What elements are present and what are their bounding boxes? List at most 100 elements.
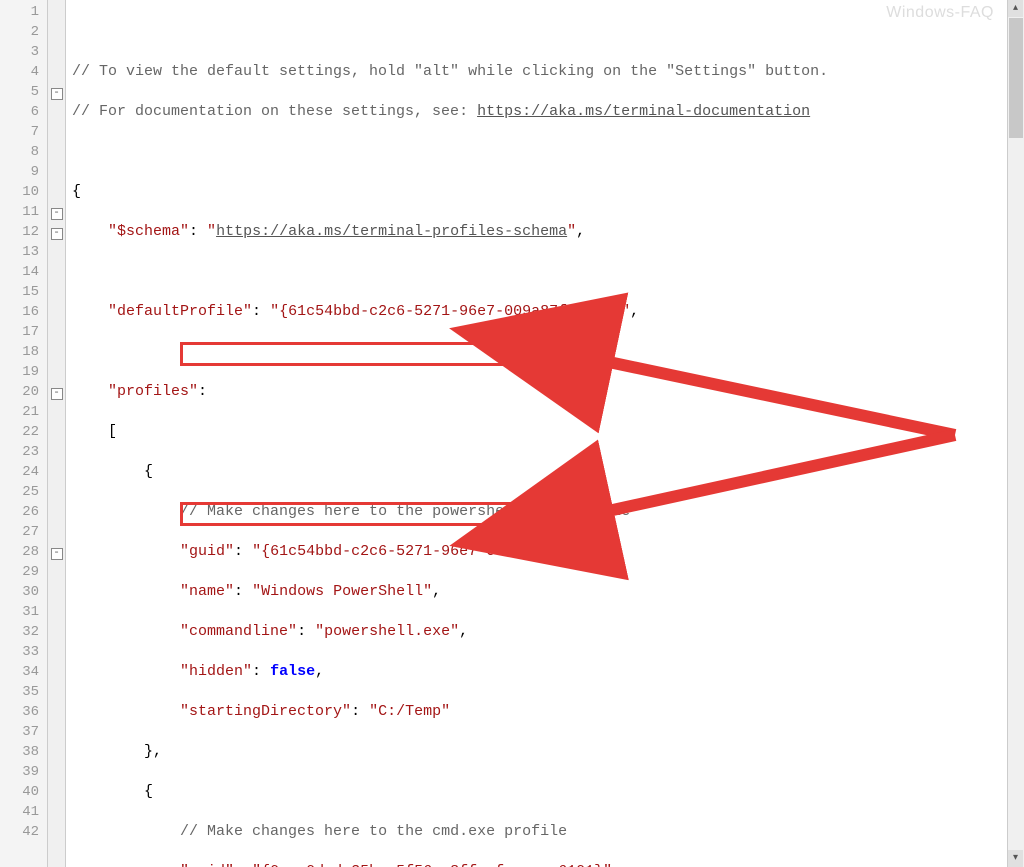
code-line[interactable]: }, xyxy=(66,742,1004,762)
code-line[interactable]: "guid": "{0caa0dad-35be-5f56-a8ff-afceee… xyxy=(66,862,1004,867)
code-line[interactable]: "$schema": "https://aka.ms/terminal-prof… xyxy=(66,222,1004,242)
fold-slot xyxy=(48,402,65,422)
scroll-down-button[interactable]: ▾ xyxy=(1008,850,1023,867)
fold-slot xyxy=(48,262,65,282)
fold-toggle[interactable]: - xyxy=(48,82,65,102)
code-line[interactable]: "commandline": "powershell.exe", xyxy=(66,622,1004,642)
json-key: "hidden" xyxy=(180,663,252,680)
fold-slot xyxy=(48,742,65,762)
json-value: "{61c54bbd-c2c6-5271-96e7-009a87ff44bf}" xyxy=(252,543,612,560)
fold-slot xyxy=(48,162,65,182)
code-line[interactable]: "guid": "{61c54bbd-c2c6-5271-96e7-009a87… xyxy=(66,542,1004,562)
code-line[interactable]: [ xyxy=(66,422,1004,442)
line-number: 27 xyxy=(0,522,47,542)
comment: // Make changes here to the cmd.exe prof… xyxy=(180,823,567,840)
line-number: 34 xyxy=(0,662,47,682)
json-key: "defaultProfile" xyxy=(108,303,252,320)
line-number: 36 xyxy=(0,702,47,722)
fold-toggle[interactable]: - xyxy=(48,542,65,562)
line-number: 37 xyxy=(0,722,47,742)
fold-slot xyxy=(48,642,65,662)
code-area[interactable]: // To view the default settings, hold "a… xyxy=(66,0,1004,867)
brace: { xyxy=(144,463,153,480)
fold-slot xyxy=(48,442,65,462)
code-line[interactable]: "profiles": xyxy=(66,382,1004,402)
code-line[interactable] xyxy=(66,342,1004,362)
minus-icon: - xyxy=(51,208,63,220)
line-number: 3 xyxy=(0,42,47,62)
fold-toggle[interactable]: - xyxy=(48,382,65,402)
code-line[interactable]: { xyxy=(66,182,1004,202)
code-line[interactable] xyxy=(66,262,1004,282)
line-number: 9 xyxy=(0,162,47,182)
json-key: "$schema" xyxy=(108,223,189,240)
fold-toggle[interactable]: - xyxy=(48,222,65,242)
fold-slot xyxy=(48,702,65,722)
code-line[interactable]: // Make changes here to the cmd.exe prof… xyxy=(66,822,1004,842)
line-number: 1 xyxy=(0,2,47,22)
code-line[interactable]: "defaultProfile": "{61c54bbd-c2c6-5271-9… xyxy=(66,302,1004,322)
fold-slot xyxy=(48,502,65,522)
line-number: 6 xyxy=(0,102,47,122)
line-number: 24 xyxy=(0,462,47,482)
fold-slot xyxy=(48,602,65,622)
minus-icon: - xyxy=(51,548,63,560)
fold-slot xyxy=(48,782,65,802)
fold-slot xyxy=(48,662,65,682)
code-line[interactable]: "startingDirectory": "C:/Temp" xyxy=(66,702,1004,722)
code-line[interactable]: "hidden": false, xyxy=(66,662,1004,682)
line-number: 14 xyxy=(0,262,47,282)
line-number: 18 xyxy=(0,342,47,362)
brace: { xyxy=(144,783,153,800)
vertical-scrollbar[interactable]: ▴ ▾ xyxy=(1007,0,1024,867)
line-number: 40 xyxy=(0,782,47,802)
line-number: 20 xyxy=(0,382,47,402)
minus-icon: - xyxy=(51,88,63,100)
json-value: "{61c54bbd-c2c6-5271-96e7-009a87ff44bf}" xyxy=(270,303,630,320)
scroll-thumb[interactable] xyxy=(1009,18,1023,138)
fold-slot xyxy=(48,522,65,542)
line-number: 41 xyxy=(0,802,47,822)
json-key: "guid" xyxy=(180,863,234,867)
fold-slot xyxy=(48,562,65,582)
line-number: 35 xyxy=(0,682,47,702)
schema-link[interactable]: https://aka.ms/terminal-profiles-schema xyxy=(216,223,567,240)
code-line[interactable]: { xyxy=(66,782,1004,802)
line-number: 25 xyxy=(0,482,47,502)
json-value: "powershell.exe" xyxy=(315,623,459,640)
code-line[interactable]: // For documentation on these settings, … xyxy=(66,102,1004,122)
line-number-gutter: 1 2 3 4 5 6 7 8 9 10 11 12 13 14 15 16 1… xyxy=(0,0,48,867)
fold-slot xyxy=(48,362,65,382)
line-number: 12 xyxy=(0,222,47,242)
line-number: 21 xyxy=(0,402,47,422)
code-editor: Windows-FAQ 1 2 3 4 5 6 7 8 9 10 11 12 1… xyxy=(0,0,1024,867)
line-number: 32 xyxy=(0,622,47,642)
fold-slot xyxy=(48,342,65,362)
fold-slot xyxy=(48,282,65,302)
json-key: "name" xyxy=(180,583,234,600)
json-key: "guid" xyxy=(180,543,234,560)
scroll-up-button[interactable]: ▴ xyxy=(1008,0,1023,17)
fold-slot xyxy=(48,42,65,62)
code-line[interactable]: { xyxy=(66,462,1004,482)
code-line[interactable] xyxy=(66,142,1004,162)
fold-slot xyxy=(48,182,65,202)
code-line[interactable] xyxy=(66,22,1004,42)
brace: { xyxy=(72,183,81,200)
minus-icon: - xyxy=(51,388,63,400)
json-value: "C:/Temp" xyxy=(369,703,450,720)
doc-link[interactable]: https://aka.ms/terminal-documentation xyxy=(477,103,810,120)
code-line[interactable]: // Make changes here to the powershell.e… xyxy=(66,502,1004,522)
fold-slot xyxy=(48,822,65,842)
fold-slot xyxy=(48,622,65,642)
json-key: "startingDirectory" xyxy=(180,703,351,720)
line-number: 33 xyxy=(0,642,47,662)
json-key: "commandline" xyxy=(180,623,297,640)
fold-gutter: - - - - - xyxy=(48,0,66,867)
code-line[interactable]: // To view the default settings, hold "a… xyxy=(66,62,1004,82)
line-number: 30 xyxy=(0,582,47,602)
line-number: 8 xyxy=(0,142,47,162)
fold-toggle[interactable]: - xyxy=(48,202,65,222)
comment: // For documentation on these settings, … xyxy=(72,103,477,120)
code-line[interactable]: "name": "Windows PowerShell", xyxy=(66,582,1004,602)
